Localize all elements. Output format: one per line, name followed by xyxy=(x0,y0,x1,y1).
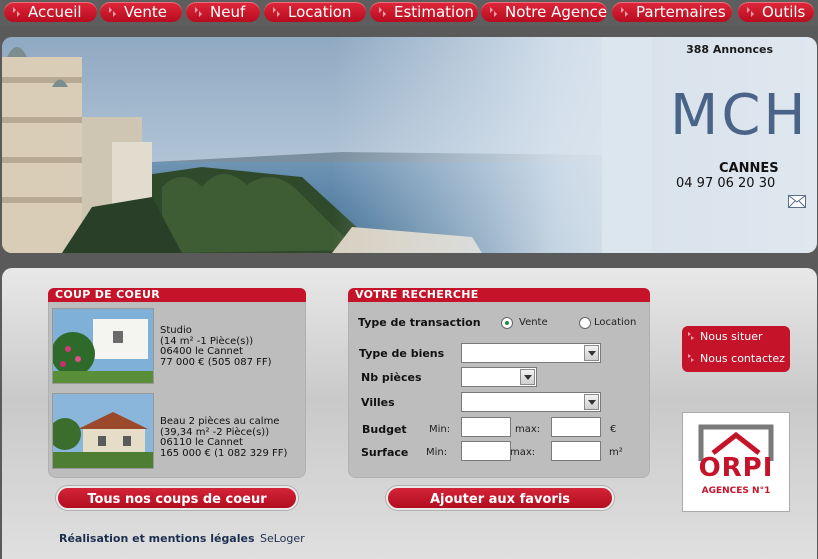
agency-phone: 04 97 06 20 30 xyxy=(676,176,776,191)
type-biens-select[interactable] xyxy=(461,343,601,363)
budget-min-input[interactable] xyxy=(461,417,511,437)
header-banner: 388 Annonces MCH CANNES 04 97 06 20 30 xyxy=(2,37,817,253)
budget-label: Budget xyxy=(362,423,407,436)
coup-de-coeur-box: Studio (14 m² -1 Pièce(s)) 06400 le Cann… xyxy=(48,302,306,478)
house-photo-icon xyxy=(53,394,153,468)
agency-city: CANNES xyxy=(719,161,779,176)
coup-de-coeur-title: COUP DE COEUR xyxy=(48,288,306,302)
nav-vente[interactable]: Vente xyxy=(100,2,182,22)
type-transaction-label: Type de transaction xyxy=(358,316,481,329)
tous-coups-de-coeur-button[interactable]: Tous nos coups de coeur xyxy=(56,486,298,510)
nav-location[interactable]: Location xyxy=(264,2,366,22)
double-arrow-icon xyxy=(490,7,498,17)
recherche-box: Type de transaction Vente Location Type … xyxy=(348,302,650,478)
agency-brand: MCH xyxy=(670,83,809,148)
radio-location-label[interactable]: Location xyxy=(594,317,636,328)
nav-estimation[interactable]: Estimation xyxy=(370,2,478,22)
orpi-name: ORPI xyxy=(698,453,774,483)
double-arrow-icon xyxy=(379,7,387,17)
chevron-down-icon xyxy=(584,345,599,361)
radio-vente-label[interactable]: Vente xyxy=(519,317,548,328)
m2-unit: m² xyxy=(609,447,623,458)
banner-fade xyxy=(332,37,652,253)
double-arrow-icon xyxy=(747,7,755,17)
side-links-box: Nous situer Nous contactez xyxy=(682,326,790,372)
chevron-down-icon xyxy=(584,394,599,410)
double-arrow-icon xyxy=(273,7,281,17)
surface-max-label: max: xyxy=(510,447,536,458)
property-1-details[interactable]: Studio (14 m² -1 Pièce(s)) 06400 le Cann… xyxy=(160,325,305,368)
annonces-count[interactable]: 388 Annonces xyxy=(686,43,773,56)
nous-contactez-link[interactable]: Nous contactez xyxy=(700,352,785,365)
type-biens-label: Type de biens xyxy=(359,347,445,360)
budget-max-input[interactable] xyxy=(551,417,601,437)
budget-min-label: Min: xyxy=(429,424,451,435)
villa-photo-icon xyxy=(53,309,153,383)
orpi-tagline: AGENCES N°1 xyxy=(701,486,771,496)
seloger-link[interactable]: SeLoger xyxy=(260,532,305,545)
double-arrow-icon xyxy=(13,7,21,17)
surface-label: Surface xyxy=(361,446,409,459)
nav-notre-agence[interactable]: Notre Agence xyxy=(481,2,607,22)
property-2-details[interactable]: Beau 2 pièces au calme (39,34 m² -2 Pièc… xyxy=(160,416,305,459)
double-arrow-icon xyxy=(621,7,629,17)
double-arrow-icon xyxy=(688,354,694,362)
nav-neuf[interactable]: Neuf xyxy=(186,2,260,22)
property-photo-2[interactable] xyxy=(52,393,154,469)
radio-location[interactable] xyxy=(579,317,591,329)
credits-link[interactable]: Réalisation et mentions légales xyxy=(59,532,255,545)
property-photo-1[interactable] xyxy=(52,308,154,384)
nb-pieces-select[interactable] xyxy=(461,367,537,387)
nb-pieces-label: Nb pièces xyxy=(361,371,422,384)
ajouter-favoris-button[interactable]: Ajouter aux favoris xyxy=(386,486,614,510)
double-arrow-icon xyxy=(109,7,117,17)
nous-situer-link[interactable]: Nous situer xyxy=(700,330,763,343)
double-arrow-icon xyxy=(688,332,694,340)
nav-outils[interactable]: Outils xyxy=(738,2,814,22)
surface-min-input[interactable] xyxy=(461,441,511,461)
orpi-logo[interactable]: ORPI AGENCES N°1 xyxy=(682,412,790,512)
budget-max-label: max: xyxy=(515,424,541,435)
villes-select[interactable] xyxy=(461,392,601,412)
radio-vente[interactable] xyxy=(501,317,513,329)
nav-accueil[interactable]: Accueil xyxy=(4,2,97,22)
top-navigation: Accueil Vente Neuf Location Estimation N… xyxy=(0,0,818,26)
euro-unit: € xyxy=(610,424,617,435)
surface-min-label: Min: xyxy=(426,447,448,458)
villes-label: Villes xyxy=(361,396,395,409)
nav-partenaires[interactable]: Partemaires xyxy=(612,2,732,22)
double-arrow-icon xyxy=(195,7,203,17)
mail-icon[interactable] xyxy=(788,195,806,208)
recherche-title: VOTRE RECHERCHE xyxy=(348,288,650,302)
main-panel: COUP DE COEUR Studio (14 m² -1 Pièce(s))… xyxy=(2,268,817,559)
surface-max-input[interactable] xyxy=(551,441,601,461)
chevron-down-icon xyxy=(520,369,535,385)
